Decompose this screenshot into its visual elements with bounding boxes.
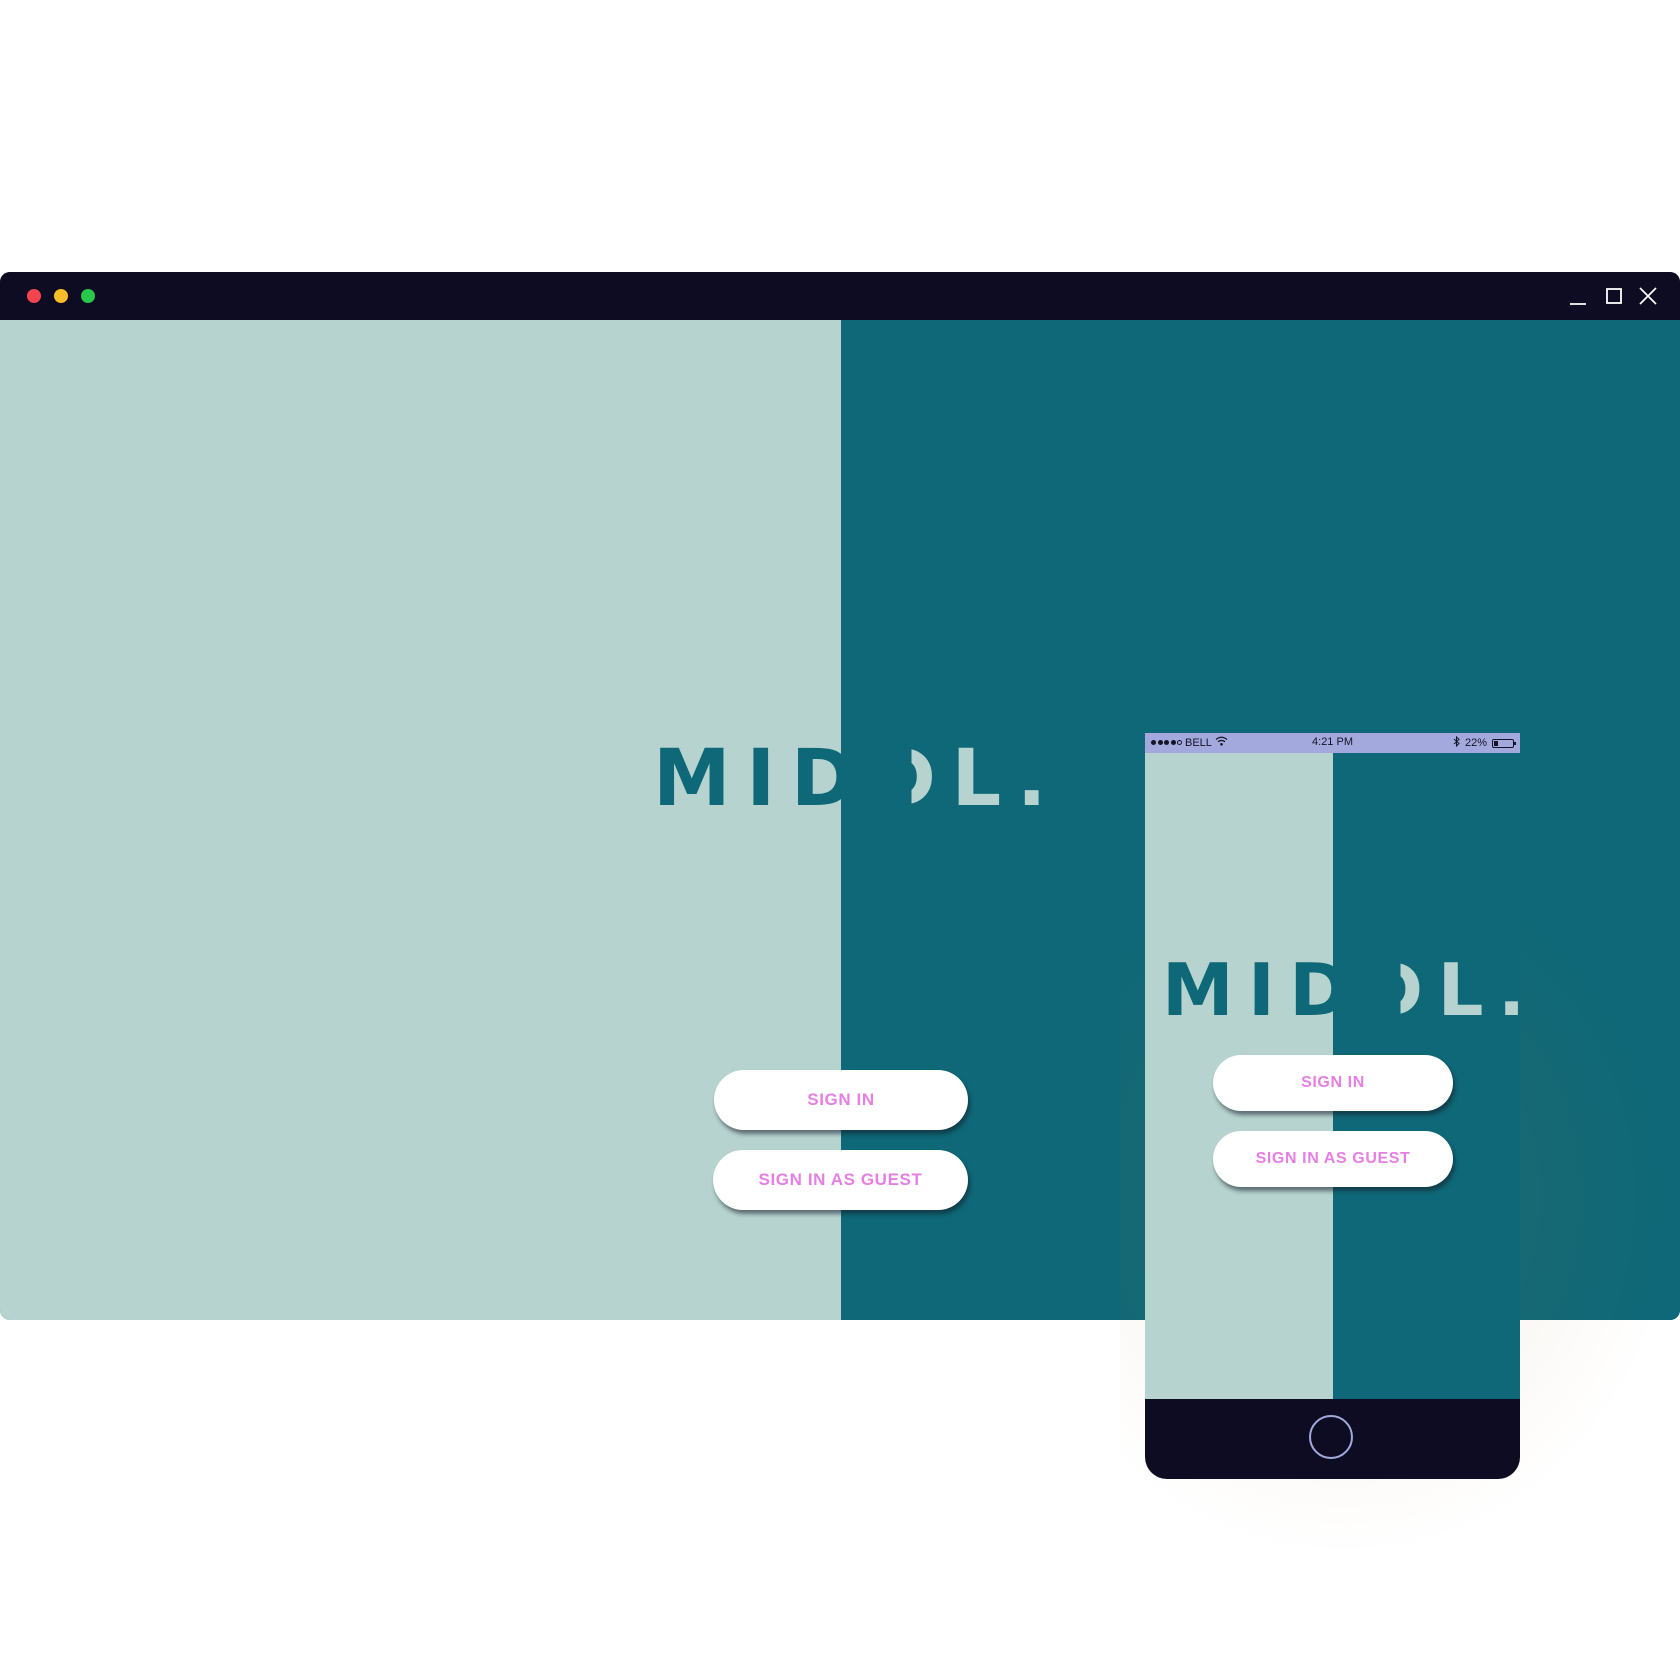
bluetooth-icon (1453, 735, 1460, 750)
middl-logo: MIDDL. (653, 740, 1062, 818)
phone-sign-in-as-guest-button[interactable]: SIGN IN AS GUEST (1213, 1131, 1453, 1187)
logo-part-split: D (871, 734, 952, 824)
battery-icon (1492, 738, 1516, 748)
status-right: 22% (1453, 735, 1516, 750)
home-button[interactable] (1309, 1415, 1353, 1459)
phone-logo-part-light: L. (1437, 948, 1520, 1032)
sign-in-as-guest-button[interactable]: SIGN IN AS GUEST (713, 1150, 968, 1210)
minimize-dot-icon[interactable] (54, 289, 68, 303)
maximize-icon[interactable] (1602, 284, 1626, 308)
logo-part-light: L. (951, 734, 1063, 824)
phone-sign-in-label: SIGN IN (1301, 1074, 1365, 1091)
sign-in-label: SIGN IN (807, 1090, 875, 1109)
phone-status-bar: BELL 4:21 PM 22% (1145, 733, 1520, 753)
phone-logo-part-split: D (1363, 948, 1438, 1032)
window-titlebar (0, 272, 1680, 320)
close-dot-icon[interactable] (27, 289, 41, 303)
sign-in-as-guest-label: SIGN IN AS GUEST (758, 1170, 923, 1189)
minimize-icon[interactable] (1567, 284, 1591, 308)
logo-part-dark: MID (653, 734, 872, 824)
battery-percent: 22% (1464, 737, 1487, 749)
close-icon[interactable] (1636, 284, 1660, 308)
zoom-dot-icon[interactable] (81, 289, 95, 303)
phone-mockup: BELL 4:21 PM 22% MIDDL SIGN IN SIGN IN A… (1145, 733, 1520, 1479)
battery-level-fill (1494, 740, 1498, 746)
phone-sign-in-as-guest-label: SIGN IN AS GUEST (1255, 1150, 1411, 1167)
phone-middl-logo: MIDDL. (1162, 954, 1520, 1026)
phone-logo-part-dark: MID (1162, 948, 1364, 1032)
phone-sign-in-button[interactable]: SIGN IN (1213, 1055, 1453, 1111)
sign-in-button[interactable]: SIGN IN (714, 1070, 968, 1130)
phone-screen: MIDDL. SIGN IN SIGN IN AS GUEST (1145, 753, 1520, 1399)
